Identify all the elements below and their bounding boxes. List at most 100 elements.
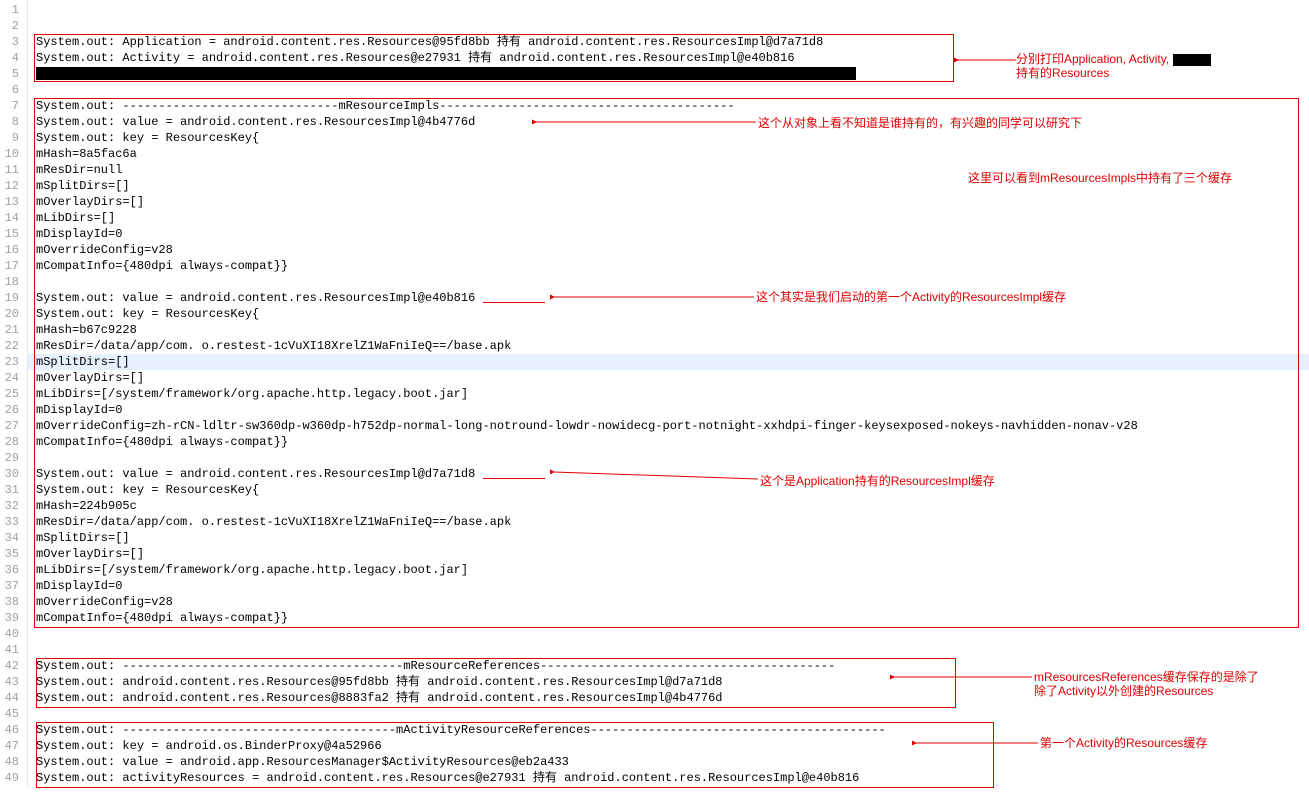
code-line[interactable]: System.out: value = android.content.res.… (28, 466, 1309, 482)
line-number: 1 (4, 2, 19, 18)
code-line[interactable] (28, 82, 1309, 98)
annotation-mresourcesrefs: mResourcesReferences缓存保存的是除了 除了Activity以… (1034, 670, 1259, 698)
line-number: 8 (4, 114, 19, 130)
code-line[interactable]: mLibDirs=[] (28, 210, 1309, 226)
code-line[interactable]: mCompatInfo={480dpi always-compat}} (28, 610, 1309, 626)
code-line[interactable]: mSplitDirs=[] (28, 530, 1309, 546)
line-number: 18 (4, 274, 19, 290)
code-line[interactable]: mOverlayDirs=[] (28, 546, 1309, 562)
code-line[interactable]: mCompatInfo={480dpi always-compat}} (28, 258, 1309, 274)
line-number: 31 (4, 482, 19, 498)
line-number: 47 (4, 738, 19, 754)
code-line[interactable]: System.out: value = android.content.res.… (28, 290, 1309, 306)
annotation-application-cache: 这个是Application持有的ResourcesImpl缓存 (760, 474, 995, 488)
code-line-highlighted[interactable]: mSplitDirs=[] (28, 354, 1309, 370)
code-line[interactable] (28, 18, 1309, 34)
line-number: 15 (4, 226, 19, 242)
code-line[interactable]: mLibDirs=[/system/framework/org.apache.h… (28, 562, 1309, 578)
annotation-text: 除了Activity以外创建的Resources (1034, 684, 1213, 698)
line-number: 44 (4, 690, 19, 706)
line-number: 4 (4, 50, 19, 66)
code-line[interactable] (28, 450, 1309, 466)
line-number: 48 (4, 754, 19, 770)
code-line[interactable] (28, 706, 1309, 722)
annotation-three-cache: 这里可以看到mResourcesImpls中持有了三个缓存 (968, 171, 1232, 185)
line-number: 11 (4, 162, 19, 178)
line-number: 10 (4, 146, 19, 162)
line-number: 19 (4, 290, 19, 306)
line-number: 39 (4, 610, 19, 626)
code-line[interactable] (28, 2, 1309, 18)
line-number: 2 (4, 18, 19, 34)
code-line[interactable]: mDisplayId=0 (28, 402, 1309, 418)
code-line[interactable]: System.out: ----------------------------… (28, 98, 1309, 114)
line-number: 33 (4, 514, 19, 530)
annotation-first-activity-res: 第一个Activity的Resources缓存 (1040, 736, 1207, 750)
line-number: 36 (4, 562, 19, 578)
code-line[interactable]: mOverlayDirs=[] (28, 194, 1309, 210)
annotation-top: 分别打印Application, Activity, 持有的Resources (1016, 52, 1211, 80)
code-line[interactable]: mOverlayDirs=[] (28, 370, 1309, 386)
line-number: 13 (4, 194, 19, 210)
line-number: 16 (4, 242, 19, 258)
annotation-first-activity: 这个其实是我们启动的第一个Activity的ResourcesImpl缓存 (756, 290, 1066, 304)
code-line[interactable]: System.out: Application = android.conten… (28, 34, 1309, 50)
line-number: 22 (4, 338, 19, 354)
code-line[interactable]: System.out: key = ResourcesKey{ (28, 130, 1309, 146)
code-line[interactable]: mCompatInfo={480dpi always-compat}} (28, 434, 1309, 450)
code-line[interactable]: mResDir=/data/app/com. o.restest-1cVuXI1… (28, 514, 1309, 530)
code-line[interactable]: mLibDirs=[/system/framework/org.apache.h… (28, 386, 1309, 402)
code-editor: 1234567891011121314151617181920212223242… (0, 0, 1309, 788)
code-line[interactable]: mOverrideConfig=v28 (28, 594, 1309, 610)
annotation-unknown-holder: 这个从对象上看不知道是谁持有的，有兴趣的同学可以研究下 (758, 116, 1082, 130)
code-line[interactable]: System.out: key = ResourcesKey{ (28, 306, 1309, 322)
line-number: 35 (4, 546, 19, 562)
line-number: 30 (4, 466, 19, 482)
redaction-bar (36, 67, 856, 80)
code-line[interactable]: mHash=224b905c (28, 498, 1309, 514)
code-line[interactable]: System.out: value = android.content.res.… (28, 114, 1309, 130)
line-number: 20 (4, 306, 19, 322)
line-number: 3 (4, 34, 19, 50)
code-line[interactable]: mResDir=/data/app/com. o.restest-1cVuXI1… (28, 338, 1309, 354)
code-line[interactable]: mOverrideConfig=v28 (28, 242, 1309, 258)
annotation-text: 持有的Resources (1016, 66, 1109, 80)
code-line[interactable]: mHash=8a5fac6a (28, 146, 1309, 162)
line-number: 5 (4, 66, 19, 82)
line-number: 43 (4, 674, 19, 690)
line-number: 6 (4, 82, 19, 98)
code-line[interactable]: mOverrideConfig=zh-rCN-ldltr-sw360dp-w36… (28, 418, 1309, 434)
code-line[interactable]: mDisplayId=0 (28, 226, 1309, 242)
line-number: 24 (4, 370, 19, 386)
annotation-text: mResourcesReferences缓存保存的是除了 (1034, 670, 1259, 684)
line-number: 49 (4, 770, 19, 786)
code-line[interactable]: System.out: activityResources = android.… (28, 770, 1309, 786)
annotation-text: 分别打印Application, Activity, (1016, 52, 1169, 66)
code-line[interactable]: System.out: value = android.app.Resource… (28, 754, 1309, 770)
code-content: System.out: Application = android.conten… (28, 0, 1309, 788)
line-number: 7 (4, 98, 19, 114)
code-line[interactable]: System.out: key = ResourcesKey{ (28, 482, 1309, 498)
line-number: 29 (4, 450, 19, 466)
line-number: 45 (4, 706, 19, 722)
line-number: 17 (4, 258, 19, 274)
code-line[interactable] (28, 274, 1309, 290)
line-number: 28 (4, 434, 19, 450)
line-number: 37 (4, 578, 19, 594)
line-number: 27 (4, 418, 19, 434)
line-number: 34 (4, 530, 19, 546)
line-number: 25 (4, 386, 19, 402)
line-number: 42 (4, 658, 19, 674)
line-number: 12 (4, 178, 19, 194)
line-number: 38 (4, 594, 19, 610)
line-number: 9 (4, 130, 19, 146)
line-number: 23 (4, 354, 19, 370)
line-number: 21 (4, 322, 19, 338)
line-number-gutter: 1234567891011121314151617181920212223242… (0, 0, 28, 788)
code-line[interactable]: mDisplayId=0 (28, 578, 1309, 594)
code-line[interactable] (28, 642, 1309, 658)
line-number: 46 (4, 722, 19, 738)
code-line[interactable]: mHash=b67c9228 (28, 322, 1309, 338)
code-line[interactable] (28, 626, 1309, 642)
line-number: 41 (4, 642, 19, 658)
